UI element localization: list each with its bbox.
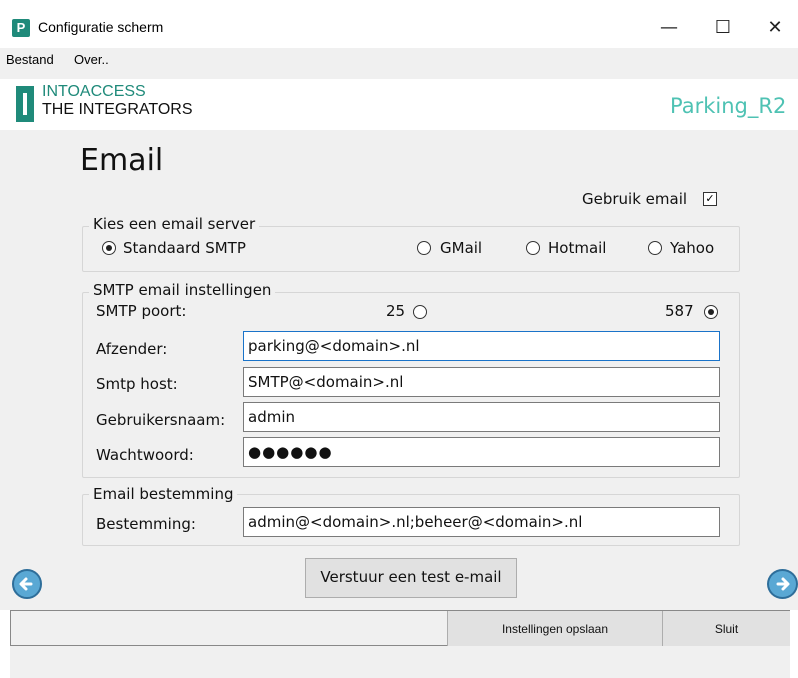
menu-item-bestand[interactable]: Bestand xyxy=(6,52,54,67)
smtp-settings-legend: SMTP email instellingen xyxy=(89,281,276,299)
menu-item-over[interactable]: Over.. xyxy=(74,52,109,67)
port-587-label: 587 xyxy=(665,302,694,320)
radio-gmail-label: GMail xyxy=(440,239,483,257)
save-settings-button[interactable]: Instellingen opslaan xyxy=(447,611,662,647)
destination-label: Bestemming: xyxy=(96,515,196,533)
use-email-checkbox[interactable]: ✓ xyxy=(703,192,717,206)
use-email-label: Gebruik email xyxy=(582,190,688,208)
username-label: Gebruikersnaam: xyxy=(96,411,226,429)
status-strip xyxy=(10,646,790,678)
password-label: Wachtwoord: xyxy=(96,446,194,464)
next-arrow-icon[interactable] xyxy=(767,569,798,599)
radio-hotmail-label: Hotmail xyxy=(548,239,607,257)
site-name: Parking_R2 xyxy=(670,94,787,118)
smtp-host-label: Smtp host: xyxy=(96,375,178,393)
app-icon: P xyxy=(12,19,30,37)
radio-hotmail[interactable] xyxy=(526,241,540,255)
sender-field[interactable]: parking@<domain>.nl xyxy=(243,331,720,361)
port-25-label: 25 xyxy=(386,302,406,320)
minimize-button[interactable]: — xyxy=(646,10,692,46)
close-window-button[interactable]: ✕ xyxy=(752,10,798,46)
radio-port-25[interactable] xyxy=(413,305,427,319)
email-destination-legend: Email bestemming xyxy=(89,485,238,503)
close-button[interactable]: Sluit xyxy=(662,611,790,647)
radio-gmail[interactable] xyxy=(417,241,431,255)
menu-bar xyxy=(0,48,798,74)
radio-standaard-smtp[interactable] xyxy=(102,241,116,255)
send-test-email-button[interactable]: Verstuur een test e-mail xyxy=(305,558,517,598)
smtp-host-field[interactable]: SMTP@<domain>.nl xyxy=(243,367,720,397)
intoaccess-logo-icon xyxy=(16,86,34,122)
window-title: Configuratie scherm xyxy=(38,19,164,35)
radio-yahoo-label: Yahoo xyxy=(670,239,715,257)
email-server-legend: Kies een email server xyxy=(89,215,260,233)
destination-field[interactable]: admin@<domain>.nl;beheer@<domain>.nl xyxy=(243,507,720,537)
brand-name: INTOACCESS xyxy=(42,83,146,100)
page-title: Email xyxy=(80,143,164,178)
previous-arrow-icon[interactable] xyxy=(12,569,42,599)
radio-port-587[interactable] xyxy=(704,305,718,319)
brand-tagline: THE INTEGRATORS xyxy=(42,101,193,118)
smtp-port-label: SMTP poort: xyxy=(96,302,187,320)
username-field[interactable]: admin xyxy=(243,402,720,432)
maximize-button[interactable]: ☐ xyxy=(700,10,746,46)
radio-yahoo[interactable] xyxy=(648,241,662,255)
password-field[interactable]: ●●●●●● xyxy=(243,437,720,467)
sender-label: Afzender: xyxy=(96,340,168,358)
radio-standaard-smtp-label: Standaard SMTP xyxy=(123,239,246,257)
